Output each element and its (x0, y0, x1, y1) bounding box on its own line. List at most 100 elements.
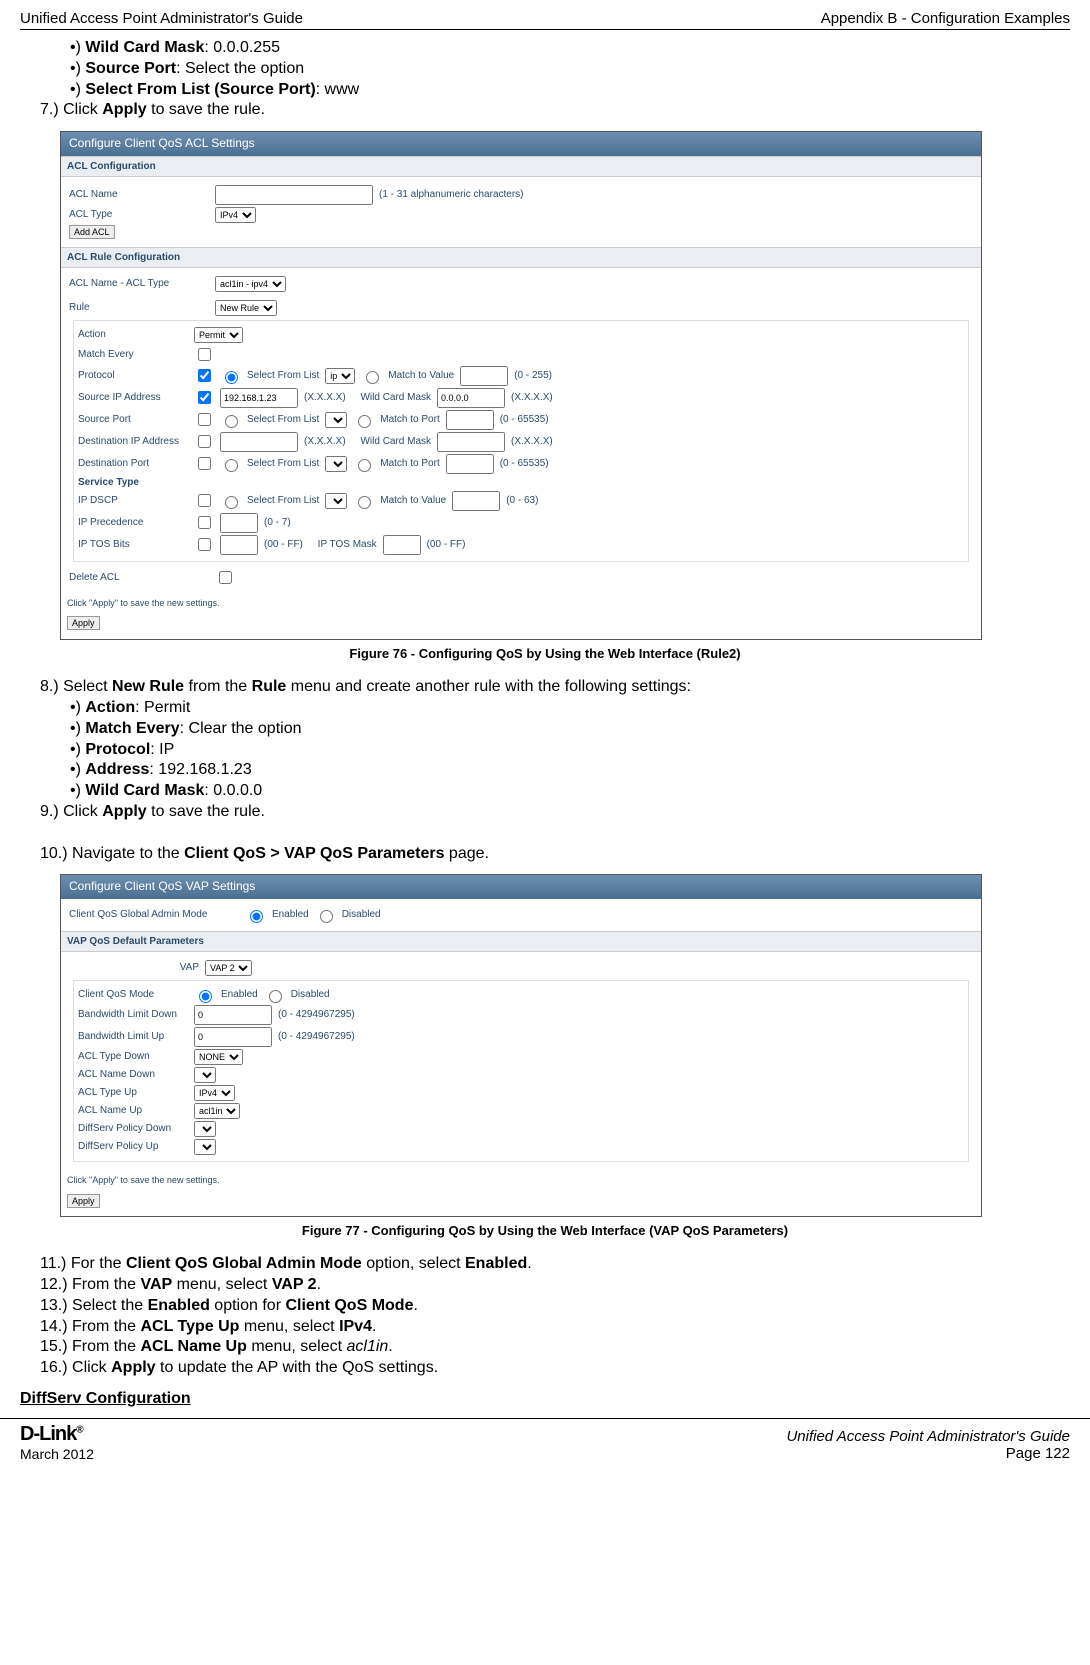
sp-checkbox[interactable] (198, 413, 211, 426)
blu-input[interactable] (194, 1027, 272, 1047)
vap-select[interactable]: VAP 2 (205, 960, 252, 976)
figure-76-screenshot: Configure Client QoS ACL Settings ACL Co… (60, 131, 982, 640)
acl-type-label: ACL Type (69, 208, 209, 221)
figure-77-caption: Figure 77 - Configuring QoS by Using the… (20, 1223, 1070, 1240)
vap-label: VAP (69, 961, 199, 974)
match-every-checkbox[interactable] (198, 348, 211, 361)
dscp-value-input[interactable] (452, 491, 500, 511)
action-select[interactable]: Permit (194, 327, 243, 343)
action-label: Action (78, 328, 188, 341)
cqm-label: Client QoS Mode (78, 988, 188, 1001)
dp-checkbox[interactable] (198, 457, 211, 470)
cqm-enabled-radio[interactable] (199, 990, 212, 1003)
acl-name-input[interactable] (215, 185, 373, 205)
add-acl-button[interactable]: Add ACL (69, 225, 115, 239)
dscp-radio-list[interactable] (225, 496, 238, 509)
footer-date: March 2012 (20, 1446, 94, 1462)
delete-acl-checkbox[interactable] (219, 571, 232, 584)
sip-wcm-input[interactable] (437, 388, 505, 408)
service-type-label: Service Type (78, 476, 188, 489)
dscp-select[interactable] (325, 493, 347, 509)
protocol-select[interactable]: ip (325, 368, 355, 384)
bld-input[interactable] (194, 1005, 272, 1025)
cqm-disabled-radio[interactable] (269, 990, 282, 1003)
bullet-wildcard: •) Wild Card Mask: 0.0.0.255 (70, 38, 1070, 59)
delete-acl-label: Delete ACL (69, 571, 209, 584)
step-13: 13.) Select the Enabled option for Clien… (40, 1296, 1070, 1317)
sp-radio-list[interactable] (225, 415, 238, 428)
dpu-label: DiffServ Policy Up (78, 1140, 188, 1153)
figure-76-caption: Figure 76 - Configuring QoS by Using the… (20, 646, 1070, 663)
sp-radio-port[interactable] (358, 415, 371, 428)
dp-port-input[interactable] (446, 454, 494, 474)
acl-name-type-select[interactable]: acl1in - ipv4 (215, 276, 286, 292)
dp-select[interactable] (325, 456, 347, 472)
prec-label: IP Precedence (78, 516, 188, 529)
sp-port-input[interactable] (446, 410, 494, 430)
dscp-checkbox[interactable] (198, 494, 211, 507)
section-acl-rule-config: ACL Rule Configuration (61, 247, 981, 268)
atd-select[interactable]: NONE (194, 1049, 243, 1065)
protocol-value-input[interactable] (460, 366, 508, 386)
tos-mask-input[interactable] (383, 535, 421, 555)
acl-type-select[interactable]: IPv4 (215, 207, 256, 223)
dp-radio-list[interactable] (225, 459, 238, 472)
protocol-checkbox[interactable] (198, 369, 211, 382)
s8-protocol: •) Protocol: IP (70, 740, 1070, 761)
bullet-select-from-list: •) Select From List (Source Port): www (70, 80, 1070, 101)
atu-select[interactable]: IPv4 (194, 1085, 235, 1101)
atu-label: ACL Type Up (78, 1086, 188, 1099)
section-acl-config: ACL Configuration (61, 156, 981, 177)
step-9: 9.) Click Apply to save the rule. (40, 802, 1070, 823)
sip-checkbox[interactable] (198, 391, 211, 404)
s8-action: •) Action: Permit (70, 698, 1070, 719)
vap-settings-title: Configure Client QoS VAP Settings (61, 875, 981, 899)
step-12: 12.) From the VAP menu, select VAP 2. (40, 1275, 1070, 1296)
s8-wildcard: •) Wild Card Mask: 0.0.0.0 (70, 781, 1070, 802)
dip-checkbox[interactable] (198, 435, 211, 448)
protocol-radio-list[interactable] (225, 371, 238, 384)
acl-name-type-label: ACL Name - ACL Type (69, 277, 209, 290)
protocol-label: Protocol (78, 369, 188, 382)
section-vap-qos: VAP QoS Default Parameters (61, 931, 981, 952)
step-7: 7.) Click Apply to save the rule. (40, 100, 1070, 121)
gam-label: Client QoS Global Admin Mode (69, 908, 239, 921)
dp-radio-port[interactable] (358, 459, 371, 472)
prec-input[interactable] (220, 513, 258, 533)
dip-input[interactable] (220, 432, 298, 452)
header-right: Appendix B - Configuration Examples (821, 10, 1070, 27)
prec-checkbox[interactable] (198, 516, 211, 529)
figure-77-screenshot: Configure Client QoS VAP Settings Client… (60, 874, 982, 1217)
tos-checkbox[interactable] (198, 538, 211, 551)
apply-button-fig76[interactable]: Apply (67, 616, 100, 630)
sp-label: Source Port (78, 413, 188, 426)
sip-input[interactable] (220, 388, 298, 408)
bld-label: Bandwidth Limit Down (78, 1008, 188, 1021)
rule-select[interactable]: New Rule (215, 300, 277, 316)
tos-input[interactable] (220, 535, 258, 555)
dscp-radio-value[interactable] (358, 496, 371, 509)
dscp-label: IP DSCP (78, 494, 188, 507)
sip-label: Source IP Address (78, 391, 188, 404)
dip-wcm-input[interactable] (437, 432, 505, 452)
header-left: Unified Access Point Administrator's Gui… (20, 10, 303, 27)
rule-label: Rule (69, 301, 209, 314)
and-select[interactable] (194, 1067, 216, 1083)
step-16: 16.) Click Apply to update the AP with t… (40, 1358, 1070, 1379)
and-label: ACL Name Down (78, 1068, 188, 1081)
tos-label: IP TOS Bits (78, 538, 188, 551)
gam-disabled-radio[interactable] (320, 910, 333, 923)
acl-name-hint: (1 - 31 alphanumeric characters) (379, 188, 524, 201)
step-11: 11.) For the Client QoS Global Admin Mod… (40, 1254, 1070, 1275)
anu-select[interactable]: acl1in (194, 1103, 240, 1119)
gam-enabled-radio[interactable] (250, 910, 263, 923)
apply-note: Click "Apply" to save the new settings. (61, 595, 981, 613)
sp-select[interactable] (325, 412, 347, 428)
bullet-source-port: •) Source Port: Select the option (70, 59, 1070, 80)
dpd-select[interactable] (194, 1121, 216, 1137)
step-14: 14.) From the ACL Type Up menu, select I… (40, 1317, 1070, 1338)
dpu-select[interactable] (194, 1139, 216, 1155)
apply-button-fig77[interactable]: Apply (67, 1194, 100, 1208)
dpd-label: DiffServ Policy Down (78, 1122, 188, 1135)
protocol-radio-value[interactable] (366, 371, 379, 384)
